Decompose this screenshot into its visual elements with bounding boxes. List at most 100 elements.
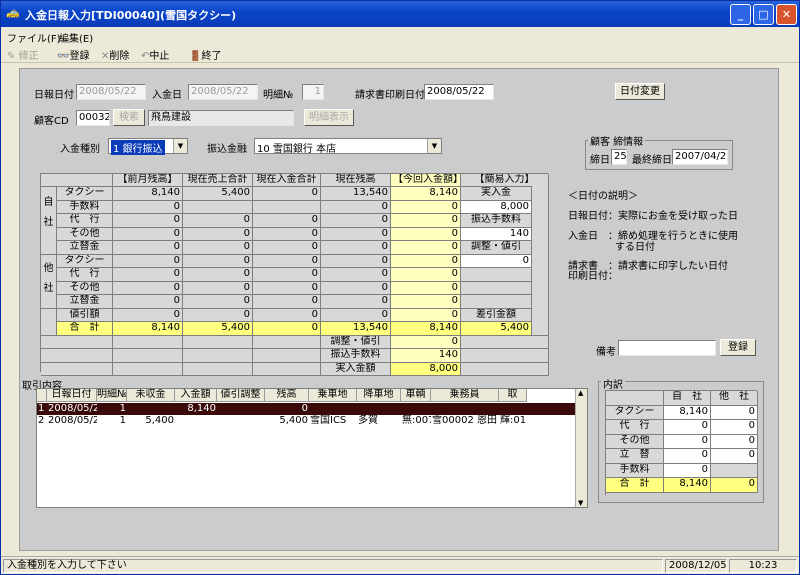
grid-cell: 0 xyxy=(113,308,183,322)
transactions-list[interactable]: ▲ ▼ 日報日付 明細№ 未収金 入金額 値引調整 残高 乗車地 降車地 車輌 乗務員取 1 2008… xyxy=(36,388,588,508)
daily-date-field[interactable]: 2008/05/22 xyxy=(76,84,146,100)
tx-column-header[interactable]: 乗務員 xyxy=(431,389,499,402)
chevron-down-icon[interactable]: ▼ xyxy=(427,139,441,153)
table-cell xyxy=(499,403,527,415)
detail-display-button[interactable]: 明細表示 xyxy=(304,109,354,126)
grid-header-2: 現在入金合計 xyxy=(253,174,321,187)
grid-cell: 13,540 xyxy=(321,322,391,336)
detail-no-field[interactable]: 1 xyxy=(302,84,324,100)
scroll-up-icon[interactable]: ▲ xyxy=(578,389,583,397)
delete-button[interactable]: ✕削除 xyxy=(101,47,129,62)
grid-cell[interactable]: 0 xyxy=(391,268,461,282)
grid-header-3: 現在残高 xyxy=(321,174,391,187)
customer-closing-title: 顧客 締情報 xyxy=(588,133,646,148)
tx-column-header[interactable]: 乗車地 xyxy=(309,389,357,402)
note-label: 備考 xyxy=(596,347,616,358)
date-explain-line3b: 印刷日付： xyxy=(568,271,618,282)
deposit-type-select[interactable]: 1 銀行振込 ▼ xyxy=(108,138,188,155)
exit-button[interactable]: 🚪終了 xyxy=(189,47,221,62)
title-bar: 🚕 入金日報入力[TDI00040](雪国タクシー) _ □ ✕ xyxy=(1,1,799,27)
tx-column-header[interactable]: 日報日付 xyxy=(47,389,97,402)
closing-day-field: 25 xyxy=(611,149,627,165)
vertical-scrollbar[interactable]: ▲ ▼ xyxy=(575,389,587,507)
search-button[interactable]: 検索 xyxy=(113,109,145,126)
modify-button[interactable]: ✎ 修正 xyxy=(7,47,39,62)
tx-column-header[interactable]: 車輌 xyxy=(401,389,431,402)
grid-cell[interactable]: 0 xyxy=(391,254,461,268)
cancel-button[interactable]: ↶中止 xyxy=(141,47,169,62)
bottom-value: 0 xyxy=(391,335,461,349)
group-self-label: 自 社 xyxy=(41,187,57,255)
grid-cell: 0 xyxy=(321,214,391,228)
scroll-down-icon[interactable]: ▼ xyxy=(578,499,583,507)
grid-cell: 0 xyxy=(183,241,253,255)
grid-cell: 0 xyxy=(321,308,391,322)
tx-column-header[interactable]: 降車地 xyxy=(357,389,401,402)
quick-input-cell: 実入金 xyxy=(461,187,532,201)
grid-cell[interactable]: 8,140 xyxy=(391,187,461,201)
grid-cell[interactable]: 0 xyxy=(391,295,461,309)
breakdown-self-value: 8,140 xyxy=(664,405,711,420)
breakdown-table: 自 社他 社タクシー 8,140 0 代 行 0 0 その他 0 0 立 替 0 0 手数料 0 合 計 8,… xyxy=(605,390,758,495)
table-cell: 多賀 xyxy=(358,415,378,426)
tx-column-header[interactable] xyxy=(37,389,47,402)
group-blank xyxy=(41,308,57,336)
grid-cell[interactable]: 8,140 xyxy=(391,322,461,336)
breakdown-self-value: 0 xyxy=(664,449,711,464)
change-date-button[interactable]: 日付変更 xyxy=(615,83,665,100)
grid-cell: 8,140 xyxy=(113,322,183,336)
bottom-value: 140 xyxy=(391,349,461,363)
table-row[interactable]: 12008/05/2218,1400 xyxy=(37,403,575,415)
grid-header-0: 【前月残高】 xyxy=(113,174,183,187)
grid-cell[interactable]: 0 xyxy=(391,214,461,228)
deposit-date-field[interactable]: 2008/05/22 xyxy=(188,84,258,100)
register-button[interactable]: 👓登録 xyxy=(57,47,89,62)
table-cell: 8,140 xyxy=(187,403,216,414)
close-button[interactable]: ✕ xyxy=(776,4,797,25)
tx-column-header[interactable]: 未収金 xyxy=(127,389,175,402)
grid-cell[interactable]: 0 xyxy=(391,241,461,255)
grid-cell[interactable]: 0 xyxy=(391,227,461,241)
table-cell: 2 xyxy=(38,415,45,426)
tx-column-header[interactable]: 明細№ xyxy=(97,389,127,402)
quick-input-cell[interactable]: 8,000 xyxy=(461,200,532,214)
grid-cell: 0 xyxy=(113,281,183,295)
note-register-button[interactable]: 登録 xyxy=(720,339,756,356)
note-field[interactable] xyxy=(618,340,716,356)
grid-row-label: 手数料 xyxy=(57,200,113,214)
minimize-button[interactable]: _ xyxy=(730,4,751,25)
grid-cell xyxy=(183,200,253,214)
menu-file[interactable]: ファイル(F) xyxy=(7,30,61,45)
invoice-date-field[interactable]: 2008/05/22 xyxy=(424,84,494,100)
grid-cell[interactable]: 0 xyxy=(391,281,461,295)
tx-column-header[interactable]: 値引調整 xyxy=(217,389,265,402)
grid-cell: 0 xyxy=(253,281,321,295)
table-row[interactable]: 22008/05/2215,4005,400雪国ICS多賀無:007雪00002… xyxy=(37,415,575,427)
customer-cd-field[interactable]: 00032 xyxy=(76,110,110,126)
bottom-label: 実入金額 xyxy=(321,362,391,376)
grid-bottom-blank xyxy=(113,335,183,349)
quick-input-cell: 振込手数料 xyxy=(461,214,532,228)
chevron-down-icon[interactable]: ▼ xyxy=(173,139,187,153)
breakdown-other-value: 0 xyxy=(711,434,758,449)
menu-edit[interactable]: 編集(E) xyxy=(59,30,93,45)
tx-column-header[interactable]: 残高 xyxy=(265,389,309,402)
quick-input-cell[interactable]: 140 xyxy=(461,227,532,241)
grid-bottom-blank xyxy=(41,349,113,363)
glasses-icon: 👓 xyxy=(57,51,70,62)
quick-input-cell xyxy=(461,281,532,295)
grid-cell[interactable]: 0 xyxy=(391,308,461,322)
quick-input-cell[interactable]: 0 xyxy=(461,254,532,268)
grid-row-label: 値引額 xyxy=(57,308,113,322)
table-cell xyxy=(309,403,357,415)
transfer-bank-select[interactable]: 10 雪国銀行 本店 ▼ xyxy=(254,138,442,155)
tx-column-header[interactable]: 取 xyxy=(499,389,527,402)
tx-column-header[interactable]: 入金額 xyxy=(175,389,217,402)
grid-cell: 0 xyxy=(253,227,321,241)
grid-bottom-blank xyxy=(253,349,321,363)
table-cell: 雪00002 恩田 xyxy=(432,415,497,426)
grid-cell: 0 xyxy=(253,241,321,255)
maximize-button[interactable]: □ xyxy=(753,4,774,25)
table-cell xyxy=(431,403,499,415)
grid-cell[interactable]: 0 xyxy=(391,200,461,214)
